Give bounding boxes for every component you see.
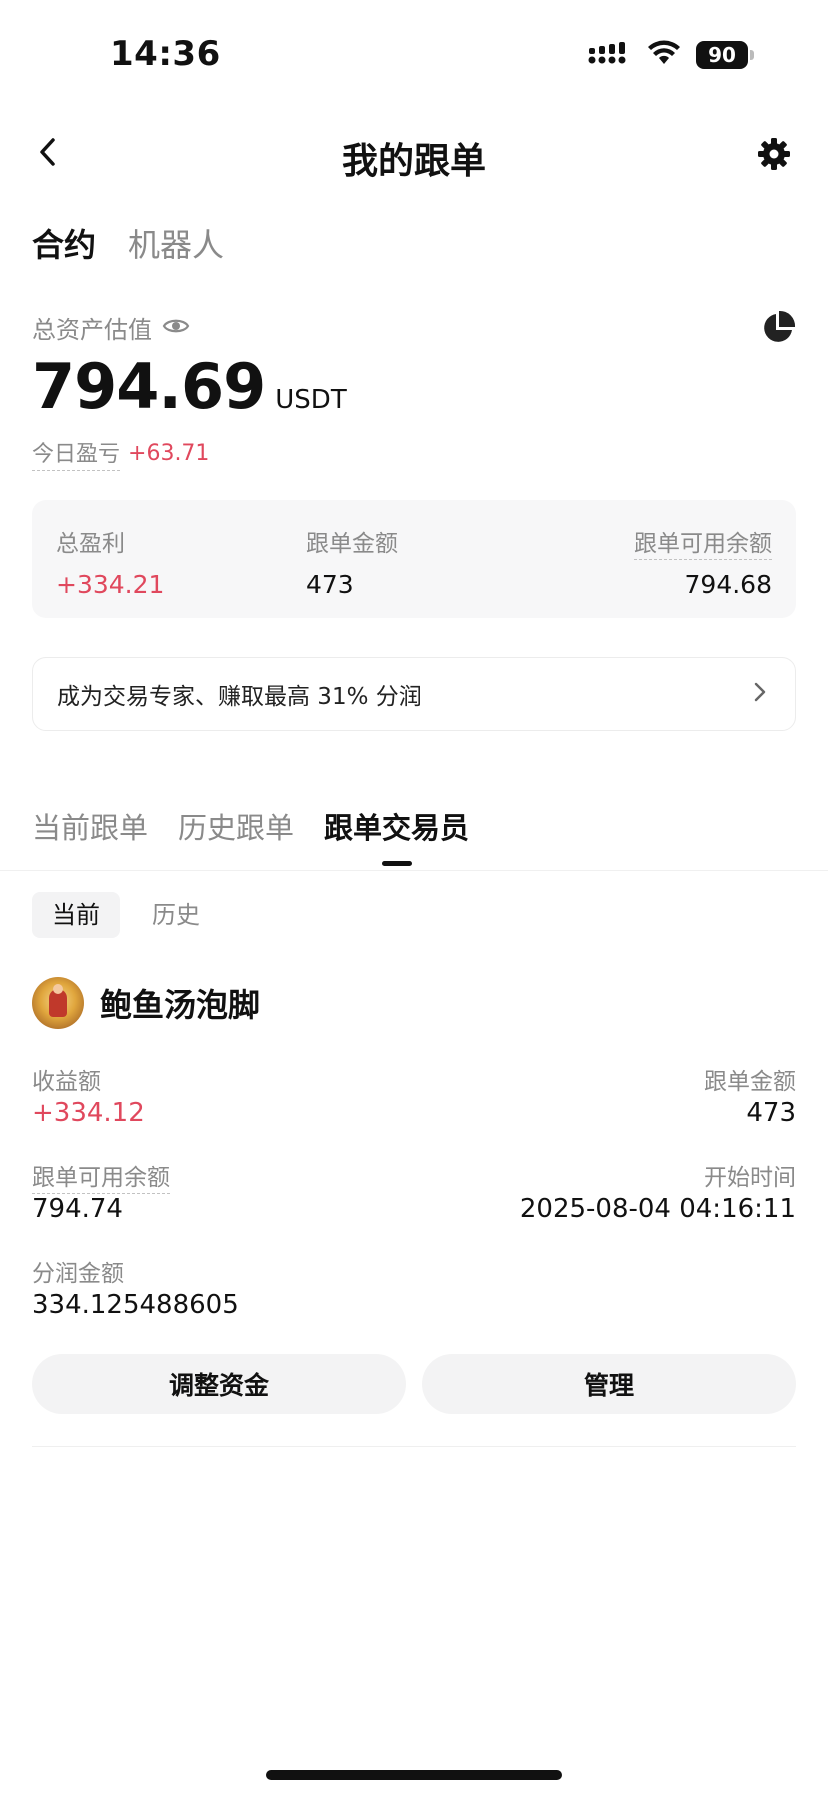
copy-amount-value: 473 xyxy=(306,570,354,599)
manage-button[interactable]: 管理 xyxy=(422,1354,796,1414)
total-asset-value: 794.69 xyxy=(32,350,266,423)
tab-contract[interactable]: 合约 xyxy=(32,220,96,266)
avatar xyxy=(32,977,84,1029)
gear-icon xyxy=(757,137,791,175)
trader-start-time-label: 开始时间 xyxy=(704,1165,796,1191)
subtab-current[interactable]: 当前 xyxy=(32,892,120,938)
active-tab-indicator xyxy=(381,861,412,866)
page-title: 我的跟单 xyxy=(341,141,486,182)
today-pnl-value: +63.71 xyxy=(128,441,210,466)
copy-amount-label: 跟单金额 xyxy=(306,531,398,557)
battery-icon: 90 xyxy=(696,41,754,69)
today-pnl-row: 今日盈亏 +63.71 xyxy=(32,436,209,471)
become-expert-banner[interactable]: 成为交易专家、赚取最高 31% 分润 xyxy=(32,657,796,731)
trader-profit-value: +334.12 xyxy=(32,1098,145,1128)
copy-amount-block: 跟单金额 473 xyxy=(306,524,398,599)
summary-card: 总盈利 +334.21 跟单金额 473 跟单可用余额 794.68 xyxy=(32,500,796,618)
total-profit-block: 总盈利 +334.21 xyxy=(56,524,164,599)
settings-button[interactable] xyxy=(754,136,794,176)
adjust-funds-button[interactable]: 调整资金 xyxy=(32,1354,406,1414)
available-balance-block: 跟单可用余额 794.68 xyxy=(634,524,772,599)
section-tabs: 当前跟单 历史跟单 跟单交易员 xyxy=(32,805,470,866)
tab-current-copy[interactable]: 当前跟单 xyxy=(32,805,148,847)
bottom-divider xyxy=(32,1446,796,1447)
cellular-signal-icon xyxy=(588,40,632,70)
avatar-head xyxy=(53,984,63,994)
today-pnl-label[interactable]: 今日盈亏 xyxy=(32,436,121,471)
total-profit-label: 总盈利 xyxy=(56,531,125,557)
trader-share-label: 分润金额 xyxy=(32,1261,124,1287)
tab-copy-traders-label: 跟单交易员 xyxy=(324,811,470,845)
battery-level: 90 xyxy=(696,41,748,69)
tab-robot[interactable]: 机器人 xyxy=(128,220,224,266)
chevron-right-icon xyxy=(753,681,767,707)
asset-label-row: 总资产估值 xyxy=(32,310,190,345)
trader-header[interactable]: 鲍鱼汤泡脚 xyxy=(32,977,260,1029)
wifi-icon xyxy=(646,40,682,70)
sub-tabs: 当前 历史 xyxy=(32,892,220,938)
asset-distribution-button[interactable] xyxy=(760,310,796,346)
eye-icon[interactable] xyxy=(162,316,190,340)
available-balance-label[interactable]: 跟单可用余额 xyxy=(634,531,772,560)
tab-history-copy[interactable]: 历史跟单 xyxy=(178,805,294,847)
trader-profit-label: 收益额 xyxy=(32,1069,101,1095)
trader-name: 鲍鱼汤泡脚 xyxy=(100,986,261,1024)
subtab-history[interactable]: 历史 xyxy=(132,892,220,938)
home-indicator[interactable] xyxy=(266,1770,562,1780)
trader-copy-amount-label: 跟单金额 xyxy=(704,1069,796,1095)
trader-available-label-wrap: 跟单可用余额 xyxy=(32,1158,170,1194)
status-bar: 14:36 90 xyxy=(0,0,828,100)
asset-unit: USDT xyxy=(275,385,347,415)
trader-share-value: 334.125488605 xyxy=(32,1290,239,1320)
battery-tip xyxy=(750,50,754,60)
status-icons: 90 xyxy=(588,40,754,70)
available-balance-value: 794.68 xyxy=(684,570,772,599)
section-divider xyxy=(0,870,828,871)
asset-value-row: 794.69 USDT xyxy=(32,350,347,423)
total-asset-label: 总资产估值 xyxy=(32,316,152,344)
pie-chart-icon xyxy=(760,310,796,350)
trader-available-label[interactable]: 跟单可用余额 xyxy=(32,1165,170,1194)
top-tabs: 合约 机器人 xyxy=(32,220,224,266)
tab-copy-traders[interactable]: 跟单交易员 xyxy=(324,805,470,866)
trader-available-value: 794.74 xyxy=(32,1194,123,1224)
total-profit-value: +334.21 xyxy=(56,570,165,599)
promo-text: 成为交易专家、赚取最高 31% 分润 xyxy=(57,684,422,710)
trader-start-time-value: 2025-08-04 04:16:11 xyxy=(519,1194,796,1224)
trader-copy-amount-value: 473 xyxy=(746,1098,796,1128)
status-time: 14:36 xyxy=(110,34,221,74)
nav-bar: 我的跟单 xyxy=(0,120,828,190)
